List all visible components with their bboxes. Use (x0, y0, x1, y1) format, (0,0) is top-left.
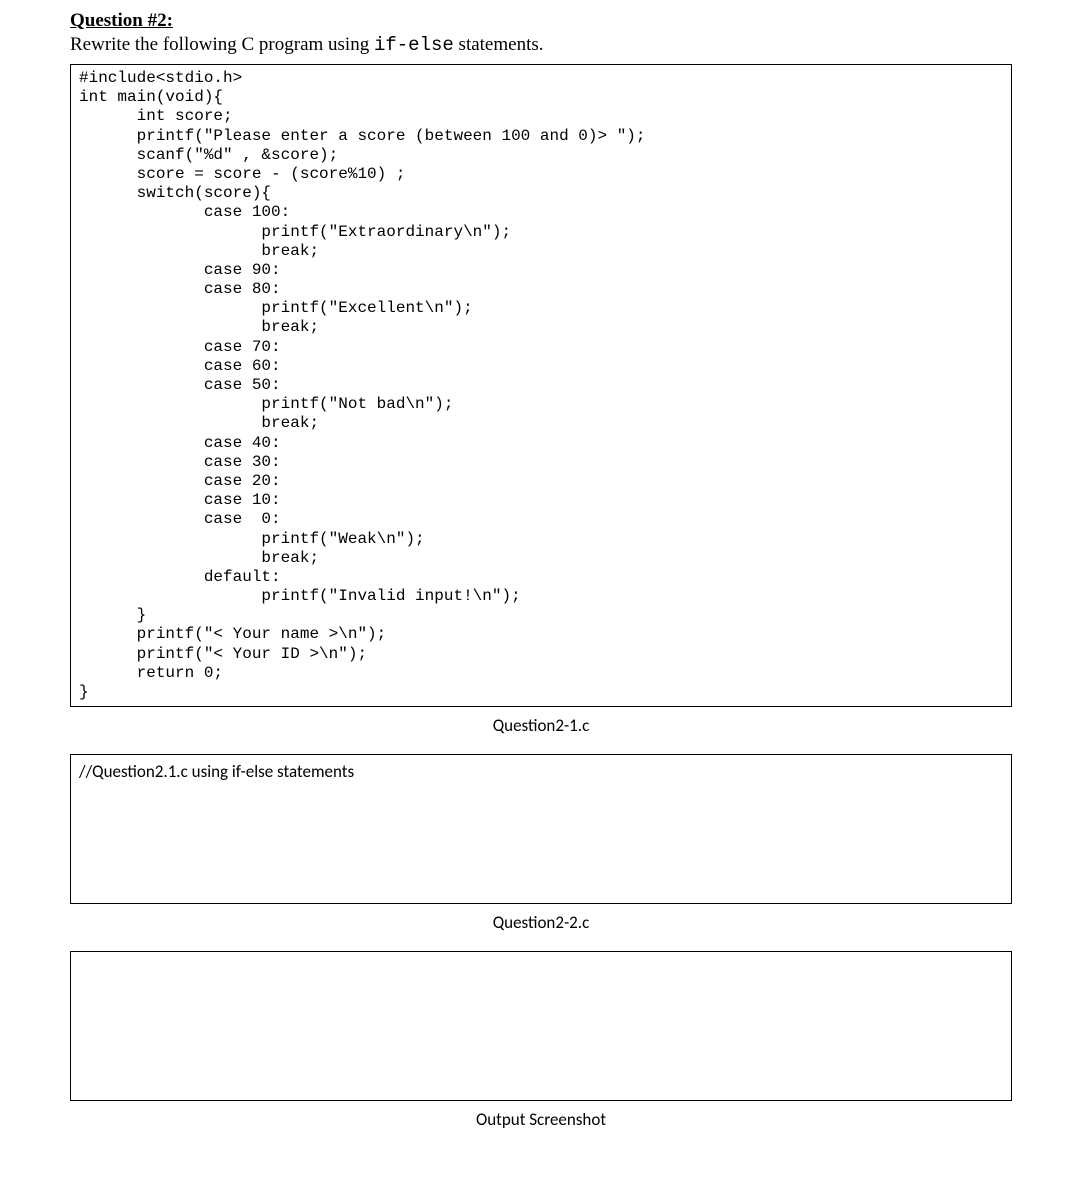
question-heading: Question #2: (70, 10, 1012, 32)
answer-box-ifelse: //Question2.1.c using if-else statements (70, 754, 1012, 904)
caption-output-screenshot: Output Screenshot (70, 1109, 1012, 1130)
instruction-line: Rewrite the following C program using if… (70, 34, 1012, 56)
caption-question2-2: Question2-2.c (70, 912, 1012, 933)
caption-question2-1: Question2-1.c (70, 715, 1012, 736)
instruction-code: if-else (374, 34, 454, 56)
instruction-post: statements. (454, 34, 544, 55)
instruction-pre: Rewrite the following C program using (70, 34, 374, 55)
answer-box-text: //Question2.1.c using if-else statements (79, 761, 354, 782)
source-code-box: #include<stdio.h> int main(void){ int sc… (70, 64, 1012, 707)
output-screenshot-box (70, 951, 1012, 1101)
